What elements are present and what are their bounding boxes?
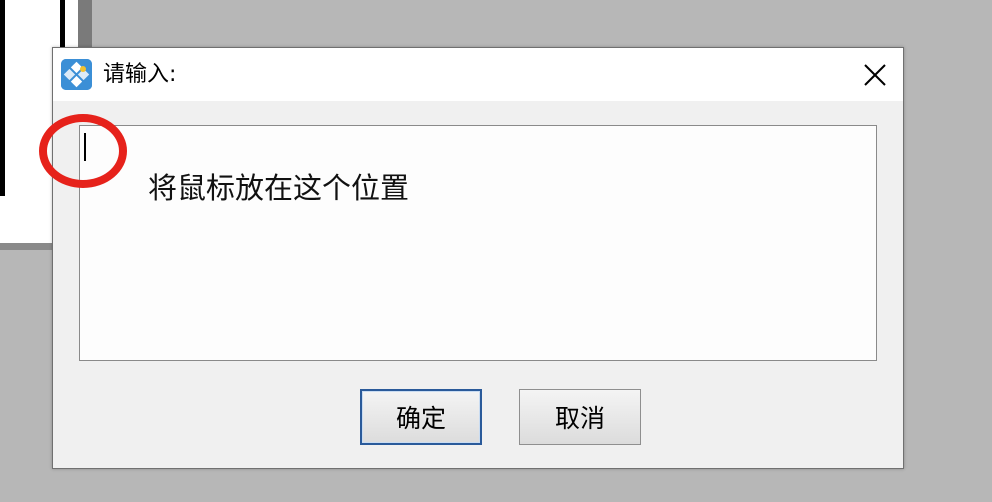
dialog-titlebar: 请输入: [53, 48, 903, 101]
dialog-title: 请输入: [103, 62, 177, 87]
background-window-line [0, 0, 5, 196]
input-dialog: 请输入: 将鼠标放在这个位置 确定 取消 [39, 47, 904, 469]
text-caret [84, 133, 86, 161]
cancel-button[interactable]: 取消 [519, 389, 641, 445]
text-input-area[interactable]: 将鼠标放在这个位置 [79, 125, 877, 361]
close-icon [864, 64, 886, 86]
hint-text: 将鼠标放在这个位置 [148, 171, 410, 205]
app-icon [61, 59, 92, 90]
ok-button[interactable]: 确定 [360, 389, 482, 445]
close-button[interactable] [857, 57, 893, 93]
